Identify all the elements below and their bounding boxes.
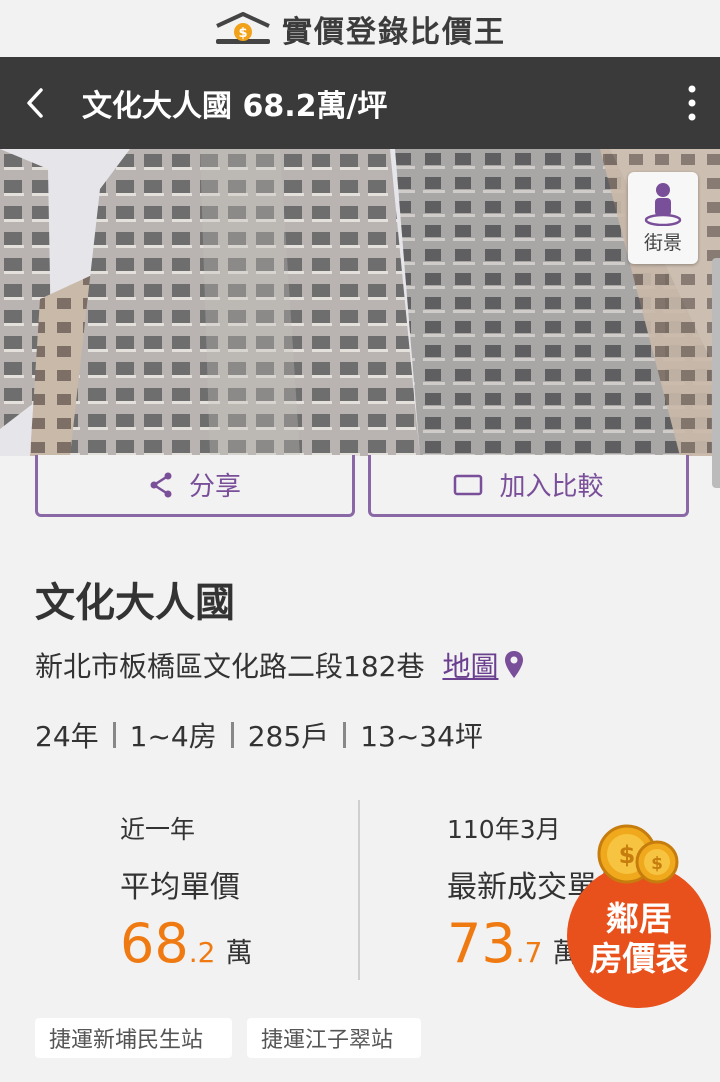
add-compare-button[interactable]: 加入比較 [368,455,689,517]
property-specs: 24年 1~4房 285戶 13~34坪 [35,715,483,755]
avg-unit: 萬 [225,938,253,969]
avg-value-int: 68 [120,912,189,975]
share-icon [150,472,172,497]
spec-rooms: 1~4房 [129,720,217,753]
neighbor-price-badge[interactable]: $ $ 鄰居 房價表 [565,822,713,1012]
scroll-indicator[interactable] [712,258,720,488]
spec-divider [112,722,116,748]
station-tag-xinpu-minsheng[interactable]: 捷運新埔民生站 [35,1018,232,1058]
house-coin-icon: $ [216,11,270,44]
map-link[interactable]: 地圖 [442,645,498,685]
building-image [0,149,720,456]
map-pin-icon[interactable] [504,650,524,680]
svg-text:$: $ [619,841,636,869]
brand-name: 實價登錄比價王 [282,14,506,50]
svg-text:$: $ [651,854,663,874]
app-bar: 文化大人國 68.2萬/坪 [0,57,720,149]
more-vert-icon [688,85,696,121]
station-tag-jiangzicui[interactable]: 捷運江子翠站 [247,1018,421,1058]
page-title: 文化大人國 68.2萬/坪 [82,89,388,124]
svg-text:$: $ [238,26,247,41]
spec-age: 24年 [35,720,99,753]
share-label: 分享 [188,472,241,502]
person-pin-icon [644,182,682,226]
address-text: 新北市板橋區文化路二段182巷 [35,650,425,683]
street-view-label: 街景 [643,231,682,254]
back-button[interactable] [0,57,70,149]
compare-label: 加入比較 [499,472,604,502]
spec-divider [230,722,234,748]
spec-area: 13~34坪 [360,720,483,753]
chevron-left-icon [27,88,43,118]
brand-bar: $ 實價登錄比價王 [0,0,720,57]
avg-value: 68.2 萬 [120,912,252,975]
avg-label: 平均單價 [120,870,240,905]
latest-value-int: 73 [447,912,516,975]
latest-value-dec: .7 [515,936,543,969]
building-photo [0,149,720,456]
avg-value-dec: .2 [188,936,216,969]
address-row: 新北市板橋區文化路二段182巷 地圖 [35,645,524,685]
street-view-button[interactable]: 街景 [628,172,698,264]
neighbor-price-badge-graphic: $ $ 鄰居 房價表 [567,824,711,1008]
compare-box-icon [454,474,483,495]
spec-units: 285戶 [247,720,330,753]
share-button[interactable]: 分享 [35,455,355,517]
more-options-button[interactable] [664,57,720,149]
avg-period: 近一年 [120,815,196,844]
property-name: 文化大人國 [35,580,235,626]
stats-divider [358,800,360,980]
badge-line2: 房價表 [590,939,689,978]
spec-divider [343,722,347,748]
badge-line1: 鄰居 [606,899,672,938]
avg-price-stat: 近一年 平均單價 68.2 萬 [120,810,252,975]
